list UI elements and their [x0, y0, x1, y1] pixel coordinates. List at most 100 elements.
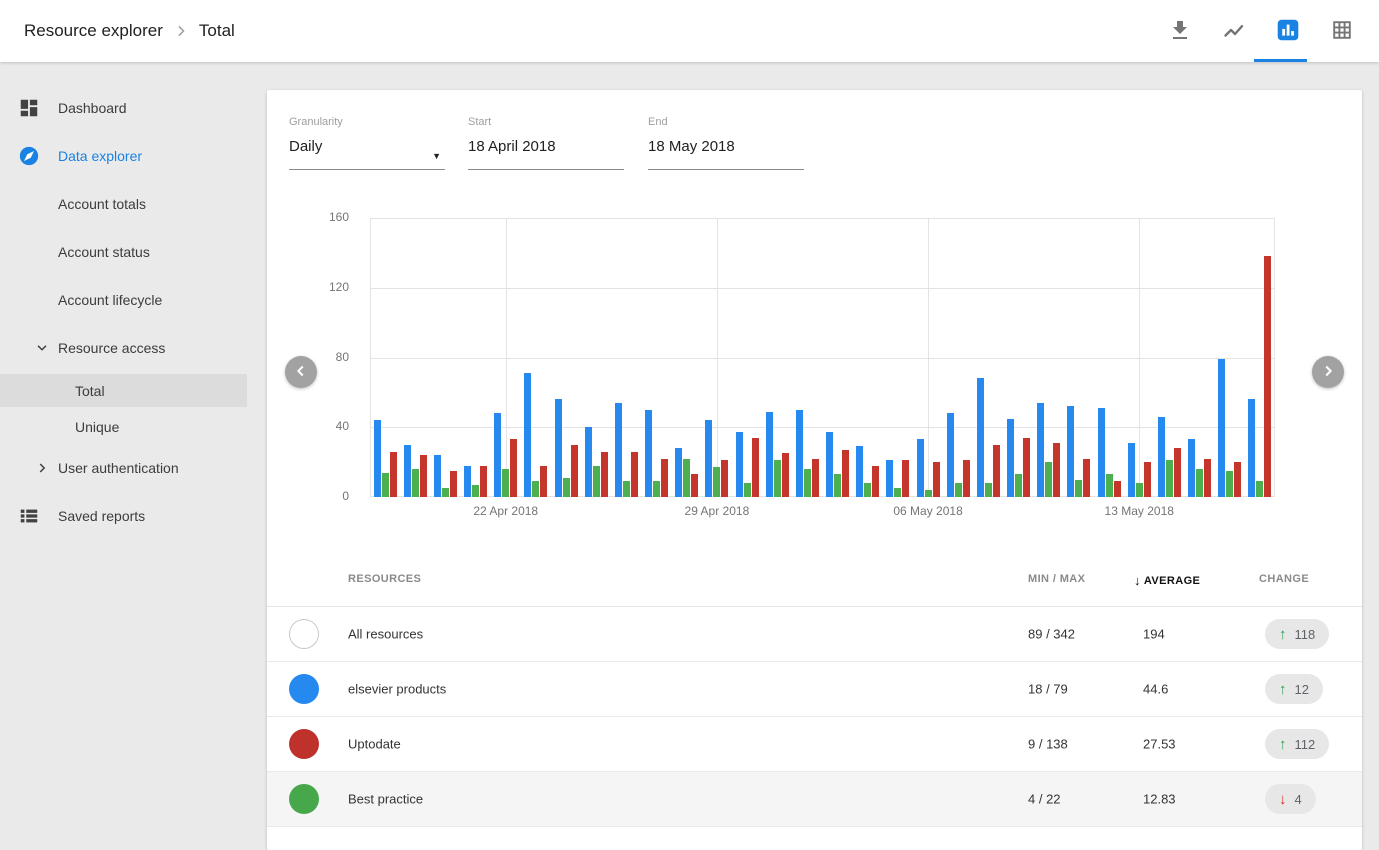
start-date-value: 18 April 2018 — [468, 138, 556, 155]
table-row-elsevier-products[interactable]: elsevier products 18 / 79 44.6 ↑ 12 — [267, 662, 1362, 717]
start-date-label: Start — [468, 116, 491, 128]
download-button[interactable] — [1160, 11, 1200, 51]
change-badge: ↑ 12 — [1265, 674, 1323, 704]
chevron-right-icon — [34, 460, 50, 476]
sidebar-item-label: Account lifecycle — [58, 292, 162, 308]
chevron-right-icon — [171, 21, 191, 41]
end-date-field[interactable]: End 18 May 2018 — [648, 112, 804, 170]
resource-name: All resources — [348, 627, 423, 642]
resource-name: Uptodate — [348, 737, 401, 752]
sidebar-item-label: Total — [75, 383, 105, 399]
table-grid-icon — [1330, 18, 1354, 45]
table-row-best-practice[interactable]: Best practice 4 / 22 12.83 ↓ 4 — [267, 772, 1362, 827]
y-axis-tick-label: 160 — [297, 210, 349, 224]
sidebar-item-total[interactable]: Total — [0, 374, 247, 407]
sidebar-item-data-explorer[interactable]: Data explorer — [0, 132, 247, 180]
series-swatch[interactable] — [289, 784, 319, 814]
line-chart-icon — [1222, 18, 1246, 45]
change-badge: ↑ 112 — [1265, 729, 1329, 759]
x-axis-tick-label: 06 May 2018 — [868, 504, 988, 518]
sidebar-item-label: Unique — [75, 419, 119, 435]
chevron-right-icon — [1320, 363, 1336, 382]
bar-chart-icon — [1275, 17, 1301, 46]
table-row-all-resources[interactable]: All resources 89 / 342 194 ↑ 118 — [267, 607, 1362, 662]
start-date-field[interactable]: Start 18 April 2018 — [468, 112, 624, 170]
breadcrumb: Resource explorer Total — [24, 0, 235, 62]
change-badge: ↑ 118 — [1265, 619, 1329, 649]
sidebar-item-account-lifecycle[interactable]: Account lifecycle — [0, 276, 247, 324]
table-view-button[interactable] — [1322, 11, 1362, 51]
chevron-down-icon — [34, 340, 50, 356]
sidebar-item-label: Account totals — [58, 196, 146, 212]
sidebar-item-dashboard[interactable]: Dashboard — [0, 84, 247, 132]
sidebar-item-account-status[interactable]: Account status — [0, 228, 247, 276]
sort-descending-icon: ↓ — [1134, 573, 1141, 588]
change-value: 118 — [1295, 627, 1316, 642]
sidebar-item-label: Resource access — [58, 340, 165, 356]
sidebar-item-label: Data explorer — [58, 148, 142, 164]
min-max-value: 89 / 342 — [1028, 627, 1075, 642]
topbar-actions — [1160, 11, 1362, 51]
arrow-up-icon: ↑ — [1279, 681, 1287, 698]
sidebar-item-user-authentication[interactable]: User authentication — [0, 444, 247, 492]
header-min-max[interactable]: MIN / MAX — [1028, 573, 1085, 585]
chevron-left-icon — [293, 363, 309, 382]
sidebar-item-label: User authentication — [58, 460, 179, 476]
table-header: RESOURCES MIN / MAX ↓ AVERAGE CHANGE — [267, 555, 1362, 607]
header-change[interactable]: CHANGE — [1259, 573, 1309, 585]
active-view-indicator — [1254, 59, 1307, 62]
x-axis-tick-label: 29 Apr 2018 — [657, 504, 777, 518]
average-value: 194 — [1143, 627, 1165, 642]
dashboard-icon — [18, 97, 40, 119]
top-bar: Resource explorer Total — [0, 0, 1379, 62]
series-swatch[interactable] — [289, 619, 319, 649]
series-swatch[interactable] — [289, 674, 319, 704]
breadcrumb-section[interactable]: Resource explorer — [24, 21, 163, 41]
header-average-label: AVERAGE — [1144, 575, 1200, 587]
x-axis-tick-label: 13 May 2018 — [1079, 504, 1199, 518]
sidebar-item-label: Account status — [58, 244, 150, 260]
sidebar-item-account-totals[interactable]: Account totals — [0, 180, 247, 228]
resource-name: Best practice — [348, 792, 423, 807]
sidebar-item-unique[interactable]: Unique — [0, 410, 247, 443]
chart-x-axis: 22 Apr 2018 29 Apr 2018 06 May 2018 13 May … — [370, 504, 1275, 522]
y-axis-tick-label: 0 — [297, 489, 349, 503]
average-value: 12.83 — [1143, 792, 1176, 807]
y-axis-tick-label: 120 — [297, 280, 349, 294]
min-max-value: 9 / 138 — [1028, 737, 1068, 752]
chart-scroll-right-button[interactable] — [1312, 356, 1344, 388]
header-resources[interactable]: RESOURCES — [348, 573, 421, 585]
resource-name: elsevier products — [348, 682, 446, 697]
chart-scroll-left-button[interactable] — [285, 356, 317, 388]
average-value: 44.6 — [1143, 682, 1168, 697]
bar-chart-plot — [370, 218, 1275, 497]
breadcrumb-page: Total — [199, 21, 235, 41]
arrow-up-icon: ↑ — [1279, 626, 1287, 643]
change-value: 12 — [1295, 682, 1309, 697]
sidebar-item-saved-reports[interactable]: Saved reports — [0, 492, 247, 540]
average-value: 27.53 — [1143, 737, 1176, 752]
table-row-uptodate[interactable]: Uptodate 9 / 138 27.53 ↑ 112 — [267, 717, 1362, 772]
y-axis-tick-label: 40 — [297, 419, 349, 433]
change-value: 4 — [1295, 792, 1302, 807]
granularity-label: Granularity — [289, 116, 343, 128]
arrow-down-icon: ↓ — [1279, 791, 1287, 808]
explore-icon — [18, 145, 40, 167]
series-swatch[interactable] — [289, 729, 319, 759]
x-axis-tick-label: 22 Apr 2018 — [446, 504, 566, 518]
end-date-label: End — [648, 116, 668, 128]
sidebar-item-resource-access[interactable]: Resource access — [0, 324, 247, 372]
granularity-value: Daily — [289, 138, 322, 155]
end-date-value: 18 May 2018 — [648, 138, 735, 155]
header-average[interactable]: ↓ AVERAGE — [1134, 573, 1200, 588]
dropdown-caret-icon: ▼ — [432, 151, 441, 161]
sidebar-item-label: Saved reports — [58, 508, 145, 524]
granularity-select[interactable]: Granularity Daily ▼ — [289, 112, 445, 170]
sidebar: Dashboard Data explorer Account totals A… — [0, 62, 267, 839]
change-value: 112 — [1295, 737, 1316, 752]
arrow-up-icon: ↑ — [1279, 736, 1287, 753]
line-chart-view-button[interactable] — [1214, 11, 1254, 51]
min-max-value: 4 / 22 — [1028, 792, 1061, 807]
report-card: Granularity Daily ▼ Start 18 April 2018 … — [267, 90, 1362, 850]
bar-chart-view-button[interactable] — [1268, 11, 1308, 51]
